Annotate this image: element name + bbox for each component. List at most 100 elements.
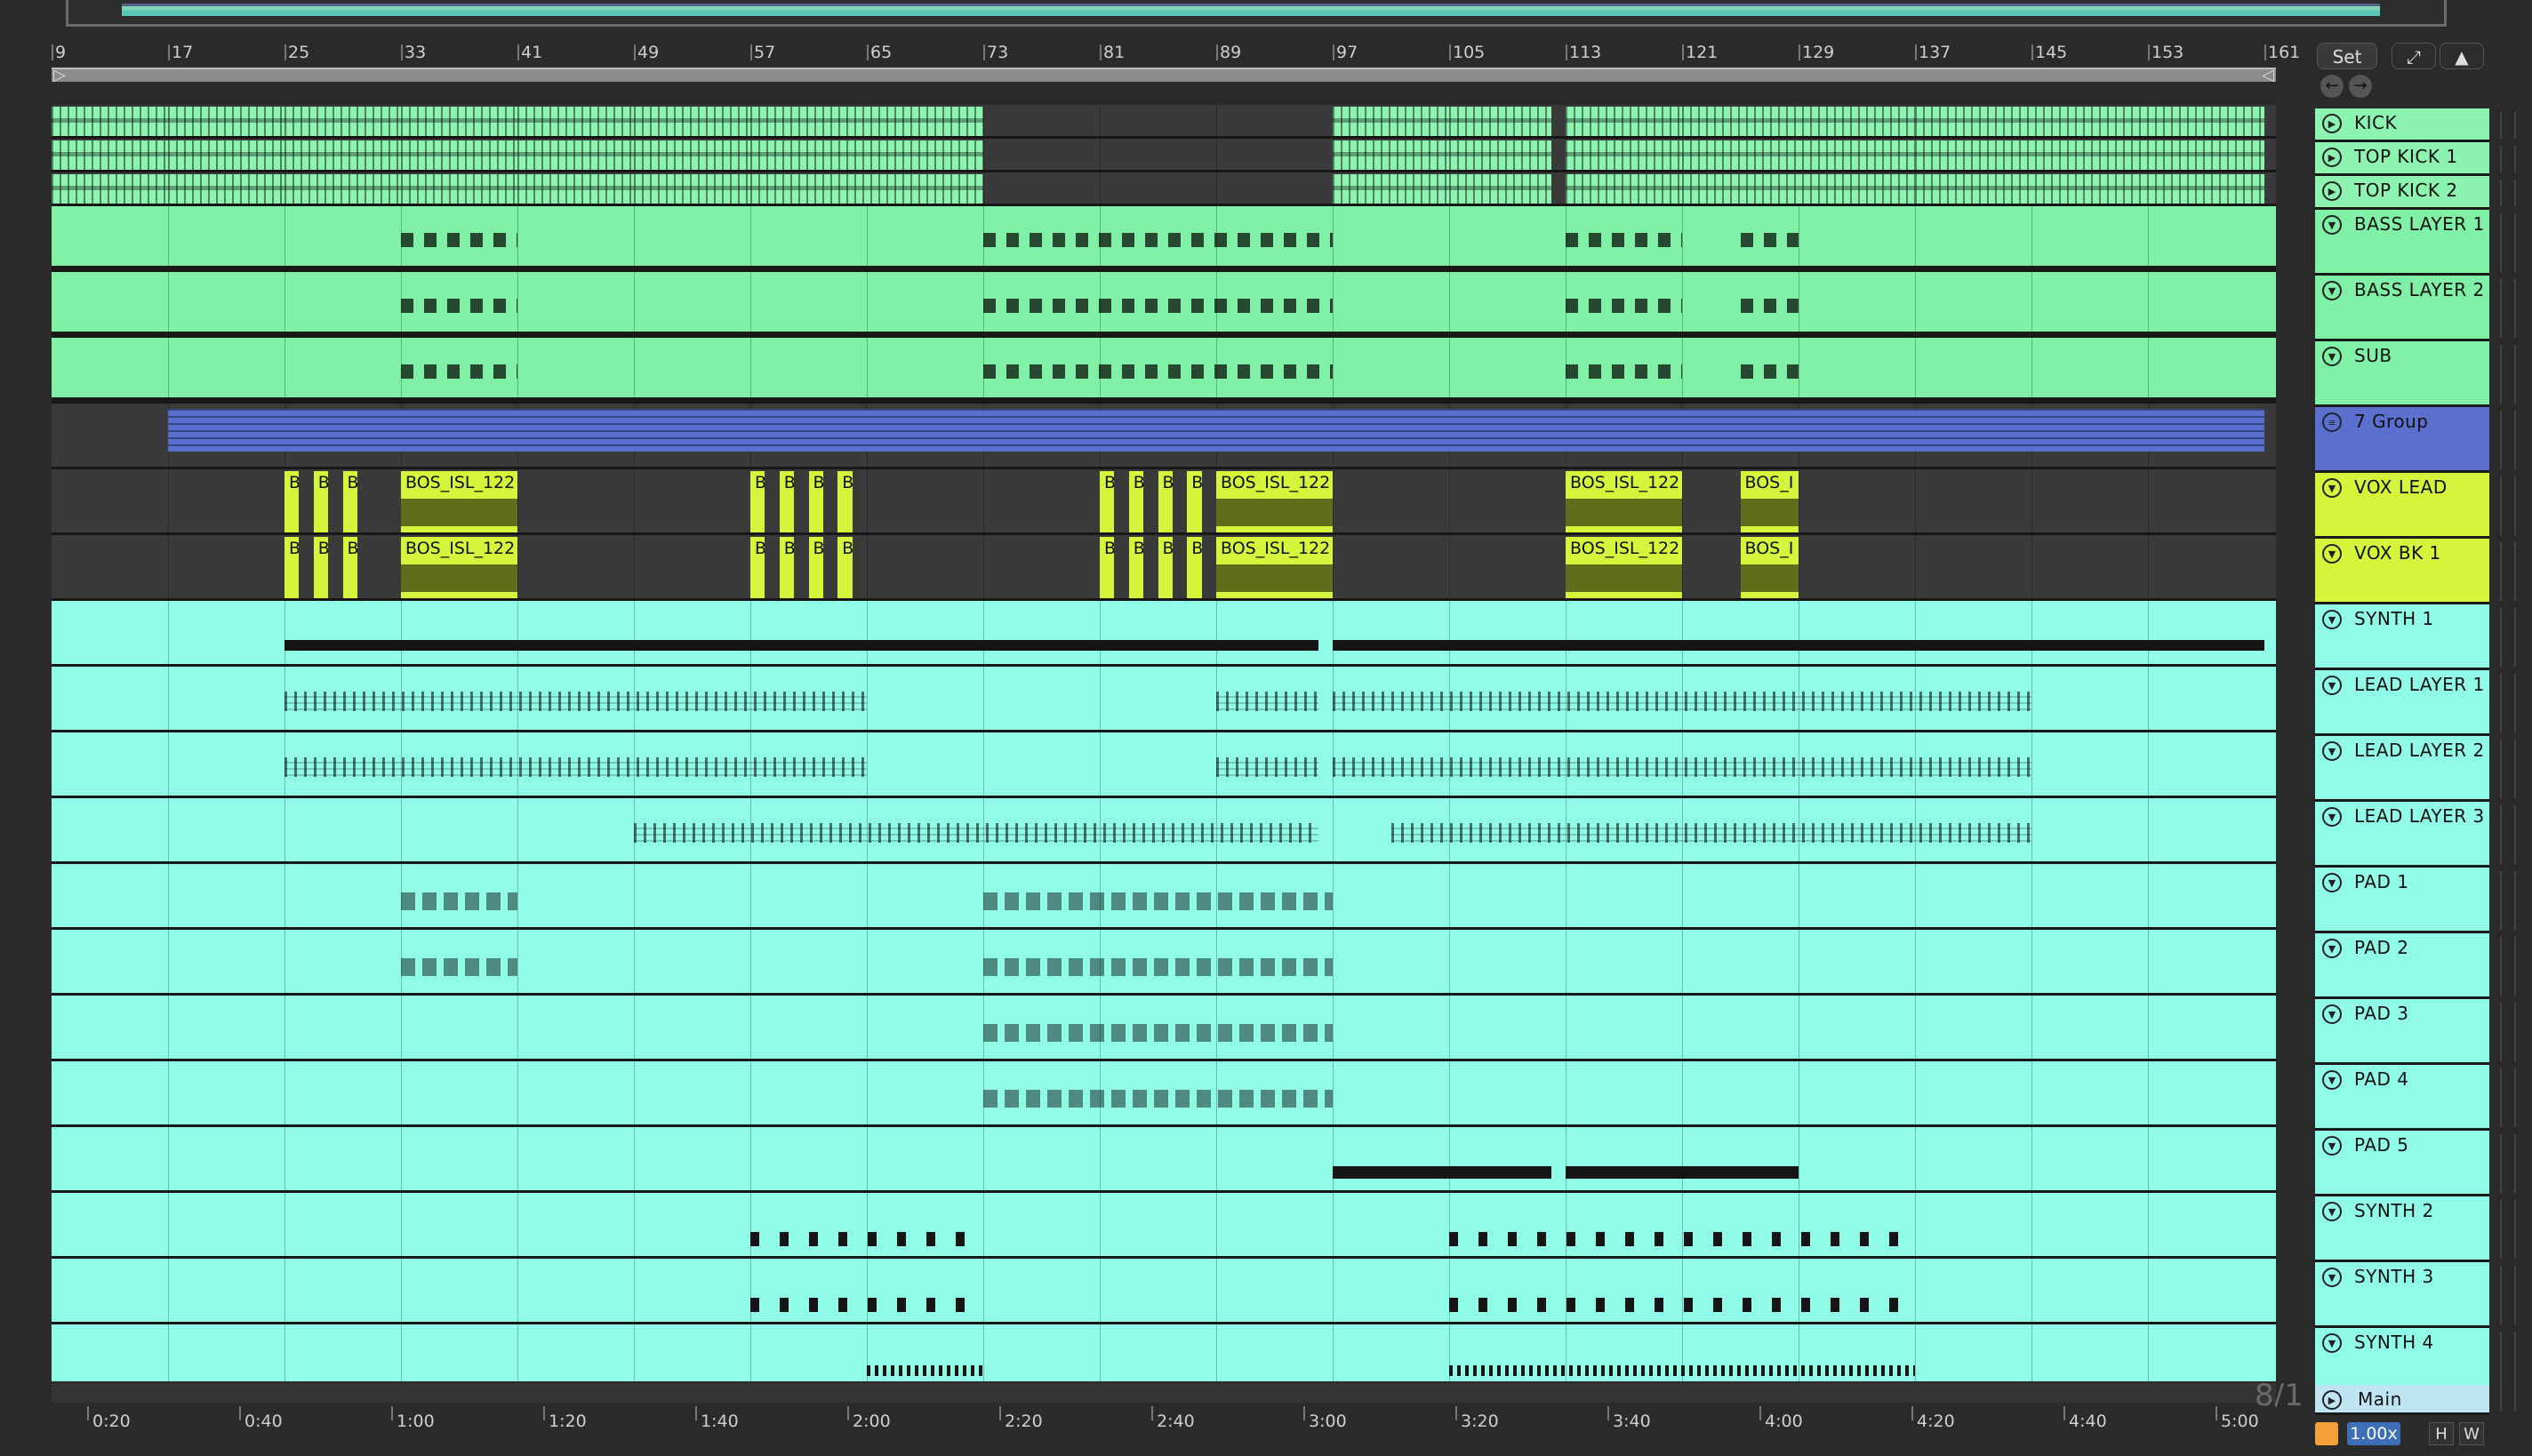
midi-notes[interactable] [983, 958, 1333, 976]
midi-notes[interactable] [634, 823, 1318, 843]
list-icon[interactable]: ≡ [2322, 412, 2342, 432]
chevron-down-icon[interactable]: ▼ [2322, 676, 2342, 695]
play-icon[interactable]: ▶ [2322, 181, 2342, 201]
midi-notes[interactable] [401, 233, 517, 247]
midi-notes[interactable] [401, 958, 517, 976]
vox-clip[interactable]: BOS_ISL_122 [401, 471, 517, 532]
midi-notes[interactable] [1449, 1298, 1915, 1312]
vox-clip[interactable]: B [1158, 471, 1173, 532]
track-header-pad-5[interactable]: ▼ PAD 5 [2315, 1131, 2489, 1196]
kick-clip[interactable] [1449, 174, 1551, 204]
track-header-top-kick-1[interactable]: ▶ TOP KICK 1 [2315, 142, 2489, 176]
kick-clip[interactable] [750, 174, 983, 204]
overview-strip[interactable] [66, 0, 2447, 27]
kick-clip[interactable] [284, 174, 401, 204]
group-clip[interactable] [168, 409, 750, 452]
lane-synth-1[interactable] [52, 601, 2276, 667]
vox-clip[interactable]: B [1187, 471, 1202, 532]
midi-notes[interactable] [1216, 692, 1318, 711]
track-header-synth-3[interactable]: ▼ SYNTH 3 [2315, 1262, 2489, 1328]
loop-end-marker[interactable]: ◁ [2262, 66, 2274, 84]
arrow-right-icon[interactable]: → [2349, 75, 2372, 98]
bar-ruler[interactable]: ▷ ◁ 9 17 25 33 41 49 57 65 73 81 89 97 105 113 121 129 1… [52, 43, 2300, 85]
midi-notes[interactable] [1333, 1166, 1551, 1179]
vox-clip[interactable]: B [284, 471, 300, 532]
lock-icon[interactable]: ▲ [2440, 43, 2484, 69]
midi-notes[interactable] [983, 1024, 1333, 1042]
group-clip[interactable] [983, 409, 1333, 452]
kick-clip[interactable] [52, 174, 168, 204]
vox-clip[interactable]: BOS_ISL_122 [1216, 537, 1333, 598]
chevron-down-icon[interactable]: ▼ [2322, 1202, 2342, 1221]
midi-notes[interactable] [1449, 1365, 1915, 1376]
chevron-down-icon[interactable]: ▼ [2322, 741, 2342, 761]
track-header-lead-layer-1[interactable]: ▼ LEAD LAYER 1 [2315, 670, 2489, 736]
track-header-vox-lead[interactable]: ▼ VOX LEAD [2315, 473, 2489, 539]
kick-clip[interactable] [1566, 107, 1682, 136]
kick-clip[interactable] [284, 140, 401, 170]
midi-notes[interactable] [1566, 364, 1682, 379]
midi-notes[interactable] [401, 364, 517, 379]
kick-clip[interactable] [168, 174, 284, 204]
track-header-sub[interactable]: ▼ SUB [2315, 341, 2489, 407]
track-header-7-group[interactable]: ≡ 7 Group [2315, 407, 2489, 473]
vox-clip[interactable]: B [1100, 471, 1115, 532]
vox-clip[interactable]: BOS_ISL_122 [401, 537, 517, 598]
chevron-down-icon[interactable]: ▼ [2322, 1136, 2342, 1156]
kick-clip[interactable] [168, 107, 284, 136]
lane-synth-2[interactable] [52, 1193, 2276, 1259]
vox-clip[interactable]: B [779, 471, 795, 532]
midi-notes[interactable] [284, 692, 867, 711]
chevron-down-icon[interactable]: ▼ [2322, 281, 2342, 300]
kick-clip[interactable] [401, 174, 517, 204]
chevron-down-icon[interactable]: ▼ [2322, 544, 2342, 564]
lane-top-kick-1[interactable] [52, 139, 2276, 172]
kick-clip[interactable] [1449, 107, 1551, 136]
track-header-lead-layer-3[interactable]: ▼ LEAD LAYER 3 [2315, 802, 2489, 868]
kick-clip[interactable] [168, 140, 284, 170]
play-icon[interactable]: ▶ [2322, 114, 2342, 133]
chevron-down-icon[interactable]: ▼ [2322, 478, 2342, 498]
kick-clip[interactable] [1333, 140, 1449, 170]
lane-pad-5[interactable] [52, 1127, 2276, 1193]
kick-clip[interactable] [1333, 107, 1449, 136]
track-header-pad-1[interactable]: ▼ PAD 1 [2315, 868, 2489, 933]
chevron-down-icon[interactable]: ▼ [2322, 873, 2342, 892]
lane-synth-4[interactable] [52, 1324, 2276, 1381]
vox-clip[interactable]: BOS_I [1740, 471, 1799, 532]
lane-lead-layer-2[interactable] [52, 732, 2276, 798]
midi-notes[interactable] [1333, 640, 2264, 651]
track-header-synth-1[interactable]: ▼ SYNTH 1 [2315, 604, 2489, 670]
overview-thumbnail[interactable] [122, 4, 2380, 16]
kick-clip[interactable] [1566, 140, 1682, 170]
group-clip[interactable] [1566, 409, 2264, 452]
kick-clip[interactable] [401, 107, 517, 136]
chevron-down-icon[interactable]: ▼ [2322, 1333, 2342, 1353]
lane-lead-layer-1[interactable] [52, 667, 2276, 732]
vox-clip[interactable]: B [837, 537, 853, 598]
chevron-down-icon[interactable]: ▼ [2322, 807, 2342, 827]
kick-clip[interactable] [750, 107, 983, 136]
set-button[interactable]: Set [2317, 43, 2377, 69]
midi-notes[interactable] [867, 1365, 983, 1376]
track-header-lead-layer-2[interactable]: ▼ LEAD LAYER 2 [2315, 736, 2489, 802]
midi-notes[interactable] [284, 640, 1318, 651]
lane-vox-bk-1[interactable]: B B B B B B B B B B B BOS_ISL_122 BOS_ISL_122 BOS_ISL… [52, 535, 2276, 601]
midi-notes[interactable] [1390, 823, 2031, 843]
track-header-bass-layer-1[interactable]: ▼ BASS LAYER 1 [2315, 210, 2489, 276]
kick-clip[interactable] [634, 140, 750, 170]
h-button[interactable]: H [2429, 1422, 2454, 1445]
track-header-pad-4[interactable]: ▼ PAD 4 [2315, 1065, 2489, 1131]
play-icon[interactable]: ▶ [2322, 1390, 2342, 1410]
chevron-down-icon[interactable]: ▼ [2322, 939, 2342, 958]
vox-clip[interactable]: B [313, 537, 329, 598]
track-header-synth-2[interactable]: ▼ SYNTH 2 [2315, 1196, 2489, 1262]
horizontal-scrollbar[interactable] [52, 1383, 2276, 1403]
vox-clip[interactable]: B [313, 471, 329, 532]
kick-clip[interactable] [1682, 107, 1915, 136]
w-button[interactable]: W [2459, 1422, 2484, 1445]
lane-pad-4[interactable] [52, 1061, 2276, 1127]
loop-start-marker[interactable]: ▷ [53, 66, 66, 84]
midi-notes[interactable] [983, 1090, 1333, 1108]
track-lanes[interactable]: B B B B B B B B B B B BOS_ISL_122 BOS_ISL_122 BOS_ISL… [52, 105, 2276, 1381]
